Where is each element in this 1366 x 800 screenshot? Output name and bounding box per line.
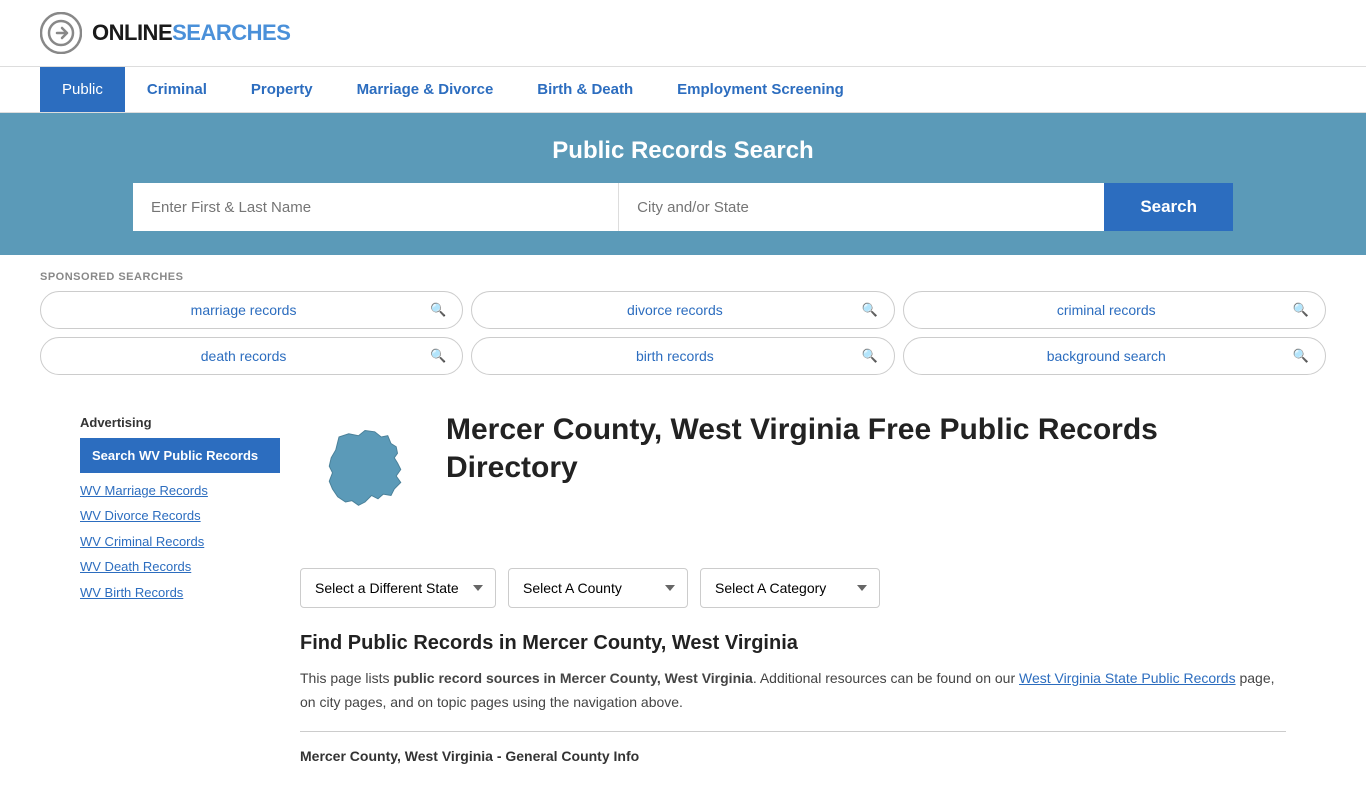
search-icon-3: 🔍 bbox=[1293, 302, 1309, 318]
sponsored-link-background[interactable]: background search bbox=[920, 348, 1293, 364]
sidebar-links: WV Marriage Records WV Divorce Records W… bbox=[80, 479, 280, 604]
main-nav: Public Criminal Property Marriage & Divo… bbox=[0, 67, 1366, 113]
nav-item-birth[interactable]: Birth & Death bbox=[515, 67, 655, 112]
nav-item-property[interactable]: Property bbox=[229, 67, 335, 112]
search-button[interactable]: Search bbox=[1104, 183, 1233, 231]
state-map bbox=[300, 411, 430, 544]
search-icon-1: 🔍 bbox=[430, 302, 446, 318]
logo-online: ONLINE bbox=[92, 20, 172, 45]
search-icon-5: 🔍 bbox=[861, 348, 877, 364]
sidebar-link-marriage[interactable]: WV Marriage Records bbox=[80, 479, 280, 502]
category-dropdown[interactable]: Select A Category bbox=[700, 568, 880, 608]
sponsored-item-death[interactable]: death records 🔍 bbox=[40, 337, 463, 375]
sidebar: Advertising Search WV Public Records WV … bbox=[80, 395, 300, 764]
find-state-link[interactable]: West Virginia State Public Records bbox=[1019, 670, 1236, 686]
state-dropdown[interactable]: Select a Different State bbox=[300, 568, 496, 608]
logo-icon bbox=[40, 12, 82, 54]
sponsored-link-criminal[interactable]: criminal records bbox=[920, 302, 1293, 318]
search-banner: Public Records Search Search bbox=[0, 113, 1366, 255]
find-text-1: This page lists bbox=[300, 670, 393, 686]
page-title: Mercer County, West Virginia Free Public… bbox=[446, 411, 1286, 486]
nav-item-criminal[interactable]: Criminal bbox=[125, 67, 229, 112]
logo-searches: SEARCHES bbox=[172, 20, 290, 45]
nav-item-public[interactable]: Public bbox=[40, 67, 125, 112]
county-dropdown[interactable]: Select A County bbox=[508, 568, 688, 608]
sponsored-item-criminal[interactable]: criminal records 🔍 bbox=[903, 291, 1326, 329]
main-area: Mercer County, West Virginia Free Public… bbox=[300, 395, 1286, 764]
state-map-svg bbox=[300, 411, 430, 541]
title-area: Mercer County, West Virginia Free Public… bbox=[446, 411, 1286, 486]
sidebar-link-criminal[interactable]: WV Criminal Records bbox=[80, 530, 280, 553]
sponsored-link-marriage[interactable]: marriage records bbox=[57, 302, 430, 318]
general-info-title: Mercer County, West Virginia - General C… bbox=[300, 748, 1286, 764]
dropdown-row: Select a Different State Select A County… bbox=[300, 568, 1286, 608]
name-input[interactable] bbox=[133, 183, 619, 231]
sidebar-link-divorce[interactable]: WV Divorce Records bbox=[80, 504, 280, 527]
find-title: Find Public Records in Mercer County, We… bbox=[300, 632, 1286, 655]
sponsored-item-birth[interactable]: birth records 🔍 bbox=[471, 337, 894, 375]
search-form: Search bbox=[133, 183, 1233, 231]
search-icon-6: 🔍 bbox=[1293, 348, 1309, 364]
find-text-2: . Additional resources can be found on o… bbox=[753, 670, 1019, 686]
sidebar-link-death[interactable]: WV Death Records bbox=[80, 555, 280, 578]
nav-item-marriage[interactable]: Marriage & Divorce bbox=[335, 67, 516, 112]
site-header: ONLINESEARCHES bbox=[0, 0, 1366, 67]
logo[interactable]: ONLINESEARCHES bbox=[40, 12, 290, 54]
sponsored-link-birth[interactable]: birth records bbox=[488, 348, 861, 364]
nav-item-employment[interactable]: Employment Screening bbox=[655, 67, 866, 112]
search-icon-2: 🔍 bbox=[861, 302, 877, 318]
sponsored-label: SPONSORED SEARCHES bbox=[40, 271, 1326, 283]
sponsored-item-divorce[interactable]: divorce records 🔍 bbox=[471, 291, 894, 329]
sponsored-item-marriage[interactable]: marriage records 🔍 bbox=[40, 291, 463, 329]
location-input[interactable] bbox=[619, 183, 1104, 231]
sponsored-link-death[interactable]: death records bbox=[57, 348, 430, 364]
sponsored-item-background[interactable]: background search 🔍 bbox=[903, 337, 1326, 375]
logo-text: ONLINESEARCHES bbox=[92, 20, 290, 46]
section-divider bbox=[300, 731, 1286, 732]
sidebar-link-birth[interactable]: WV Birth Records bbox=[80, 581, 280, 604]
content-wrapper: Advertising Search WV Public Records WV … bbox=[40, 395, 1326, 784]
sidebar-ad-label: Advertising bbox=[80, 415, 280, 430]
search-icon-4: 🔍 bbox=[430, 348, 446, 364]
find-text-bold: public record sources in Mercer County, … bbox=[393, 670, 752, 686]
banner-title: Public Records Search bbox=[40, 137, 1326, 165]
sponsored-link-divorce[interactable]: divorce records bbox=[488, 302, 861, 318]
sponsored-grid: marriage records 🔍 divorce records 🔍 cri… bbox=[40, 291, 1326, 375]
find-description: This page lists public record sources in… bbox=[300, 667, 1286, 715]
state-visual: Mercer County, West Virginia Free Public… bbox=[300, 411, 1286, 544]
sidebar-featured-button[interactable]: Search WV Public Records bbox=[80, 438, 280, 473]
main-content: SPONSORED SEARCHES marriage records 🔍 di… bbox=[0, 255, 1366, 800]
